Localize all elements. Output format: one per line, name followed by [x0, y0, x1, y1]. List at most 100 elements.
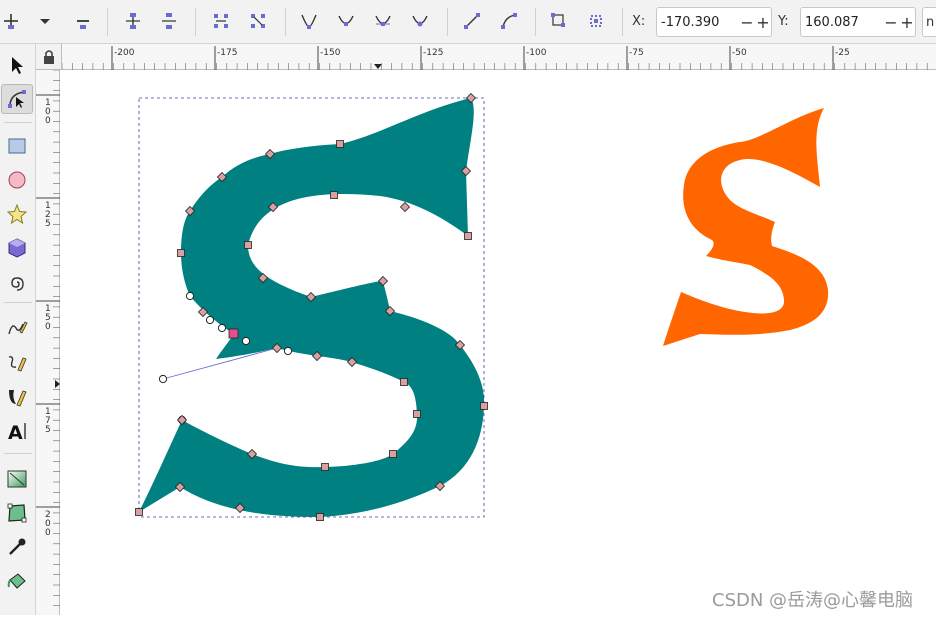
rectangle-tool[interactable]	[1, 131, 33, 161]
y-coordinate-input[interactable]	[801, 13, 883, 31]
ruler-label: -50	[732, 48, 747, 58]
text-tool[interactable]: A	[1, 416, 33, 446]
pen-tool-icon	[8, 356, 27, 372]
delete-node-button[interactable]	[72, 10, 94, 32]
calligraphy-tool-icon	[9, 390, 27, 407]
3d-box-tool[interactable]	[1, 233, 33, 263]
ruler-label: 0	[45, 116, 51, 126]
segment-curve-icon	[501, 13, 517, 29]
watermark: CSDN @岳涛@心馨电脑	[712, 590, 914, 611]
node-handle-knob[interactable]	[241, 336, 251, 346]
node-handle-knob[interactable]	[217, 323, 227, 333]
path-node-corner[interactable]	[480, 402, 488, 410]
pen-tool[interactable]	[1, 348, 33, 378]
y-coordinate-label: Y:	[778, 14, 789, 29]
paint-bucket-tool[interactable]	[1, 566, 33, 596]
selector-tool-icon	[12, 57, 23, 74]
ruler-label: -25	[835, 48, 850, 58]
rectangle-tool-icon	[8, 138, 26, 154]
path-node-corner[interactable]	[400, 378, 408, 386]
insert-node-dropdown[interactable]	[34, 10, 56, 32]
node-tool[interactable]	[1, 84, 33, 114]
path-node-corner[interactable]	[244, 241, 252, 249]
node-auto-button[interactable]	[409, 10, 431, 32]
y-increment-button[interactable]: +	[899, 13, 915, 32]
node-handle-knob[interactable]	[283, 346, 293, 356]
path-node-corner[interactable]	[135, 508, 143, 516]
x-coordinate-spinbox[interactable]: − +	[656, 7, 772, 37]
orange-s-shape[interactable]	[663, 108, 829, 346]
node-smooth-button[interactable]	[335, 10, 357, 32]
x-coordinate-label: X:	[632, 14, 646, 29]
node-handle-knob[interactable]	[158, 374, 168, 384]
dropper-tool-icon	[9, 538, 26, 555]
path-node-corner[interactable]	[316, 513, 324, 521]
selector-tool[interactable]	[1, 50, 33, 80]
node-handle-knob[interactable]	[205, 315, 215, 325]
segment-line-button[interactable]	[461, 10, 483, 32]
path-node-corner[interactable]	[464, 232, 472, 240]
gradient-tool-icon	[7, 470, 27, 488]
3d-box-tool-icon	[8, 238, 26, 258]
lock-icon[interactable]	[42, 49, 56, 65]
dropper-tool[interactable]	[1, 532, 33, 562]
x-increment-button[interactable]: +	[755, 13, 771, 32]
break-path-button[interactable]	[158, 10, 180, 32]
ruler-label: -75	[629, 48, 644, 58]
delete-node-icon	[77, 20, 89, 29]
delete-segment-icon	[251, 14, 265, 28]
y-decrement-button[interactable]: −	[883, 13, 899, 32]
pencil-tool[interactable]	[1, 314, 33, 344]
insert-node-button[interactable]	[0, 10, 22, 32]
x-decrement-button[interactable]: −	[739, 13, 755, 32]
path-node-corner[interactable]	[321, 463, 329, 471]
path-node-corner[interactable]	[389, 450, 397, 458]
vertical-ruler-ticks: 100125150175200	[36, 69, 60, 606]
node-handle-knob[interactable]	[185, 291, 195, 301]
pencil-tool-icon	[8, 321, 28, 335]
x-coordinate-input[interactable]	[657, 13, 739, 31]
join-nodes-icon	[126, 13, 140, 29]
text-tool-icon: A	[8, 422, 26, 442]
mesh-tool-icon	[7, 503, 27, 523]
node-auto-icon	[412, 15, 428, 27]
ruler-label: -125	[423, 48, 443, 58]
path-node-smooth[interactable]	[399, 201, 411, 213]
toolbox: A	[0, 44, 36, 615]
node-smooth-icon	[338, 15, 354, 26]
drawing-canvas	[135, 92, 829, 521]
segment-curve-button[interactable]	[498, 10, 520, 32]
gradient-tool[interactable]	[1, 464, 33, 494]
object-to-path-button[interactable]	[548, 10, 570, 32]
teal-s-path[interactable]	[139, 98, 485, 517]
node-tool-controls-bar: X: − + Y: − + n	[0, 0, 936, 44]
join-nodes-button[interactable]	[122, 10, 144, 32]
ruler-pointer-marker	[55, 380, 60, 388]
ellipse-tool[interactable]	[1, 165, 33, 195]
node-cusp-icon	[301, 14, 317, 29]
path-node-corner[interactable]	[413, 410, 421, 418]
node-symmetric-icon	[375, 15, 391, 26]
stroke-to-path-button[interactable]	[585, 10, 607, 32]
star-tool[interactable]	[1, 199, 33, 229]
path-node-corner[interactable]	[336, 140, 344, 148]
object-to-path-icon	[551, 13, 565, 27]
join-segment-button[interactable]	[210, 10, 232, 32]
delete-segment-button[interactable]	[247, 10, 269, 32]
spiral-tool-icon	[11, 277, 24, 291]
horizontal-ruler-ticks: -200 -175 -150 -125 -100 -75 -50 -25	[61, 46, 928, 70]
overflow-field[interactable]: n	[922, 7, 936, 37]
spiral-tool[interactable]	[1, 267, 33, 297]
y-coordinate-spinbox[interactable]: − +	[800, 7, 916, 37]
mesh-tool[interactable]	[1, 498, 33, 528]
path-node-corner[interactable]	[177, 249, 185, 257]
ruler-label: 5	[45, 425, 51, 435]
calligraphy-tool[interactable]	[1, 382, 33, 412]
path-node-corner[interactable]	[330, 191, 338, 199]
svg-text:A: A	[8, 422, 23, 442]
node-cusp-button[interactable]	[298, 10, 320, 32]
selected-node[interactable]	[228, 328, 239, 339]
dropdown-arrow-icon	[40, 19, 50, 24]
node-symmetric-button[interactable]	[372, 10, 394, 32]
vertical-ruler: 100125150175200	[36, 69, 60, 615]
